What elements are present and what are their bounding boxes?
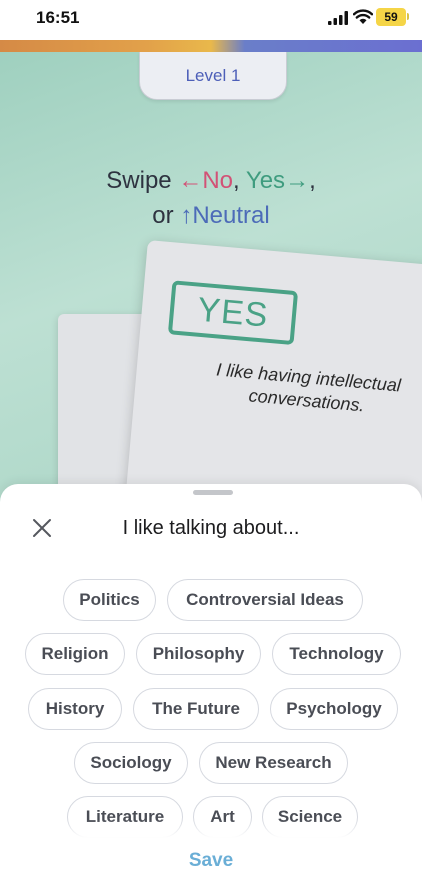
scroll-fade [0,820,422,838]
left-arrow-icon: ← [178,167,203,194]
swipe-instructions-line1: Swipe ←No, Yes→, [0,167,422,195]
signal-icon [328,11,348,25]
statement-text: I like having intellectual conversations… [215,359,402,416]
battery-level: 59 [384,10,398,24]
no-label: No [202,167,233,194]
right-arrow-icon: → [285,167,310,194]
level-indicator: Level 1 [139,52,287,100]
topic-chip-psychology[interactable]: Psychology [270,688,398,730]
topic-chip-philosophy[interactable]: Philosophy [136,633,261,675]
progress-bar [0,40,422,52]
swipe-area[interactable]: Level 1 Swipe ←No, Yes→, or ↑Neutral I Y… [0,52,422,512]
battery-tip [407,13,409,20]
topic-chip-religion[interactable]: Religion [25,633,125,675]
save-button[interactable]: Save [0,850,422,872]
topic-chip-the-future[interactable]: The Future [133,688,259,730]
topics-bottom-sheet: I like talking about... Politics Controv… [0,484,422,884]
separator-comma: , [233,167,240,194]
statement-card[interactable]: YES I like having intellectual conversat… [120,240,422,512]
separator-comma: , [309,167,316,194]
yes-stamp: YES [167,280,299,346]
wifi-icon [353,9,373,24]
yes-label: Yes [245,167,286,194]
topic-chip-sociology[interactable]: Sociology [74,742,188,784]
topic-chip-technology[interactable]: Technology [272,633,401,675]
swipe-instructions-line2: or ↑Neutral [0,202,422,230]
sheet-drag-handle[interactable] [193,490,233,495]
or-label: or [152,202,174,229]
status-bar: 16:51 59 [0,0,422,40]
neutral-label: Neutral [192,202,270,229]
topic-chip-new-research[interactable]: New Research [199,742,348,784]
battery-icon: 59 [376,8,406,26]
topic-chip-history[interactable]: History [28,688,122,730]
status-time: 16:51 [36,8,80,27]
topic-chip-politics[interactable]: Politics [63,579,156,621]
topic-chip-controversial-ideas[interactable]: Controversial Ideas [167,579,363,621]
sheet-title: I like talking about... [122,517,300,539]
swipe-label: Swipe [106,167,172,194]
up-arrow-icon: ↑ [180,202,193,229]
